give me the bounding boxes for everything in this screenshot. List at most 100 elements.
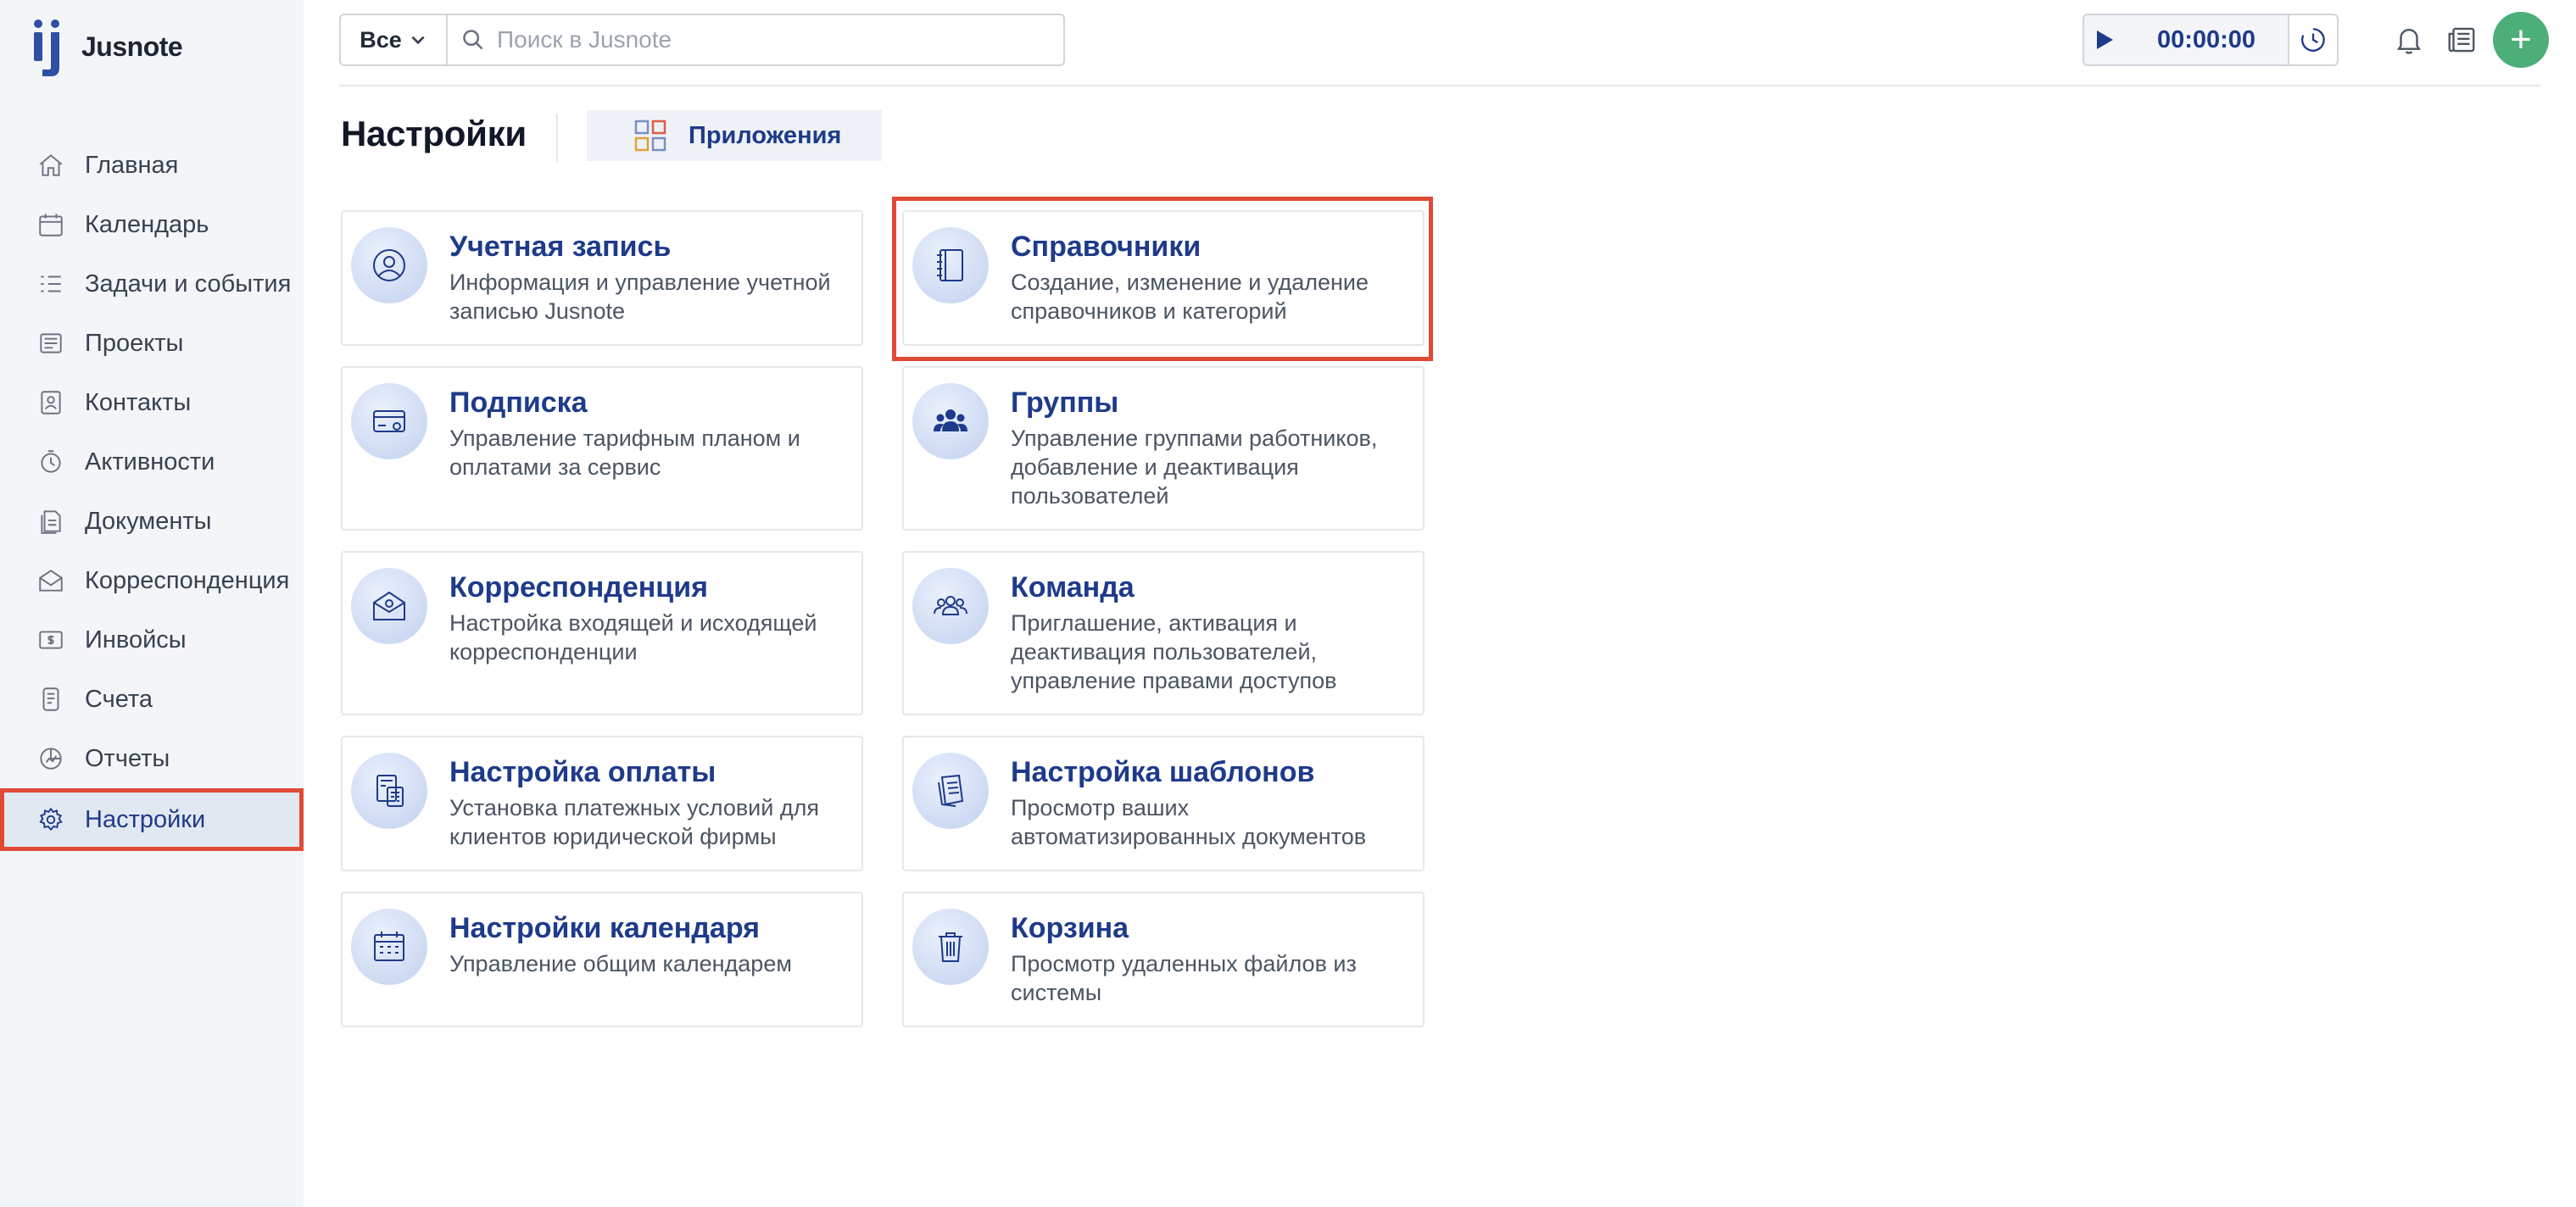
timer: 00:00:00 — [2083, 14, 2339, 66]
subscription-icon — [351, 383, 427, 459]
card-calendar-settings[interactable]: Настройки календаря Управление общим кал… — [341, 892, 863, 1027]
card-description: Установка платежных условий для клиентов… — [449, 795, 819, 849]
card-team[interactable]: Команда Приглашение, активация и деактив… — [902, 551, 1425, 715]
templates-icon — [912, 753, 989, 829]
sidebar-item-home[interactable]: Главная — [0, 136, 304, 195]
card-subscription[interactable]: Подписка Управление тарифным планом и оп… — [341, 366, 863, 531]
calendar-icon — [34, 208, 68, 242]
sidebar-item-projects[interactable]: Проекты — [0, 314, 304, 373]
invoice-icon — [34, 623, 68, 657]
contacts-icon — [34, 386, 68, 420]
tab-apps[interactable]: Приложения — [587, 110, 882, 161]
history-icon — [2300, 28, 2325, 52]
newspaper-icon — [2448, 27, 2475, 53]
card-title: Настройка шаблонов — [1011, 756, 1315, 788]
sidebar-item-label: Инвойсы — [85, 626, 187, 654]
sidebar-item-bills[interactable]: Счета — [0, 670, 304, 729]
sidebar: Jusnote Главная Календарь Задачи и событ… — [0, 0, 304, 1207]
card-groups[interactable]: Группы Управление группами работников, д… — [902, 366, 1425, 531]
timer-value: 00:00:00 — [2156, 25, 2256, 53]
sidebar-nav: Главная Календарь Задачи и события Проек… — [0, 136, 304, 851]
sidebar-item-documents[interactable]: Документы — [0, 492, 304, 551]
card-description: Управление группами работников, добавлен… — [1011, 426, 1378, 509]
card-description: Управление тарифным планом и оплатами за… — [449, 426, 800, 480]
sidebar-item-label: Активности — [85, 448, 215, 476]
sidebar-item-calendar[interactable]: Календарь — [0, 195, 304, 254]
card-description: Просмотр удаленных файлов из системы — [1011, 951, 1357, 1005]
gear-icon — [34, 803, 68, 837]
apps-grid-icon — [634, 120, 666, 152]
news-button[interactable] — [2440, 19, 2483, 61]
logo[interactable]: Jusnote — [32, 15, 183, 78]
team-icon — [912, 568, 989, 644]
directory-icon — [912, 227, 989, 303]
sidebar-item-label: Календарь — [85, 210, 209, 238]
sidebar-item-label: Документы — [85, 507, 212, 535]
card-description: Управление общим календарем — [449, 951, 792, 976]
reports-icon — [34, 742, 68, 776]
documents-icon — [34, 504, 68, 538]
card-title: Подписка — [449, 387, 588, 419]
tab-apps-label: Приложения — [689, 121, 842, 149]
page-title: Настройки — [341, 114, 527, 153]
sidebar-item-reports[interactable]: Отчеты — [0, 729, 304, 788]
payment-icon — [351, 753, 427, 829]
card-title: Команда — [1011, 571, 1135, 604]
title-divider — [556, 114, 558, 163]
card-title: Корзина — [1011, 912, 1129, 944]
card-account[interactable]: Учетная запись Информация и управление у… — [341, 210, 863, 346]
card-title: Учетная запись — [449, 231, 672, 263]
card-description: Приглашение, активация и деактивация пол… — [1011, 610, 1337, 693]
sidebar-item-label: Проекты — [85, 329, 184, 357]
search-icon — [463, 30, 483, 50]
sidebar-item-label: Корреспонденция — [85, 566, 290, 594]
chevron-down-icon — [411, 36, 425, 45]
correspondence-icon — [351, 568, 427, 644]
tasks-icon — [34, 267, 68, 301]
trash-icon — [912, 909, 989, 985]
sidebar-item-contacts[interactable]: Контакты — [0, 373, 304, 432]
sidebar-item-label: Контакты — [85, 388, 192, 416]
search-box — [446, 14, 1065, 66]
timer-history-button[interactable] — [2288, 15, 2337, 64]
card-title: Настройки календаря — [449, 912, 760, 944]
bell-icon — [2396, 28, 2422, 54]
sidebar-item-label: Главная — [85, 151, 179, 179]
sidebar-item-label: Задачи и события — [85, 270, 292, 298]
projects-icon — [34, 326, 68, 360]
card-description: Создание, изменение и удаление справочни… — [1011, 270, 1369, 324]
notifications-button[interactable] — [2388, 19, 2430, 61]
sidebar-item-label: Отчеты — [85, 744, 170, 772]
card-title: Группы — [1011, 387, 1119, 419]
timer-play-button[interactable] — [2084, 15, 2125, 64]
top-bar: Все 00:00:00 + — [339, 0, 2549, 86]
app-name: Jusnote — [81, 31, 183, 62]
card-description: Просмотр ваших автоматизированных докуме… — [1011, 795, 1367, 849]
sidebar-item-activities[interactable]: Активности — [0, 432, 304, 492]
sidebar-item-invoices[interactable]: Инвойсы — [0, 610, 304, 670]
card-payment-settings[interactable]: Настройка оплаты Установка платежных усл… — [341, 736, 863, 871]
account-icon — [351, 227, 427, 303]
card-directories[interactable]: Справочники Создание, изменение и удален… — [902, 210, 1425, 346]
card-title: Настройка оплаты — [449, 756, 716, 788]
card-description: Настройка входящей и исходящей корреспон… — [449, 610, 817, 665]
card-trash[interactable]: Корзина Просмотр удаленных файлов из сис… — [902, 892, 1425, 1027]
card-template-settings[interactable]: Настройка шаблонов Просмотр ваших автома… — [902, 736, 1425, 871]
calendar-settings-icon — [351, 909, 427, 985]
card-description: Информация и управление учетной записью … — [449, 270, 831, 324]
sidebar-item-correspondence[interactable]: Корреспонденция — [0, 551, 304, 610]
sidebar-item-tasks[interactable]: Задачи и события — [0, 254, 304, 314]
search-filter-label: Все — [360, 26, 402, 53]
activity-icon — [34, 445, 68, 479]
home-icon — [34, 148, 68, 182]
mail-icon — [34, 564, 68, 598]
sidebar-item-label: Настройки — [85, 805, 206, 833]
card-correspondence[interactable]: Корреспонденция Настройка входящей и исх… — [341, 551, 863, 715]
jusnote-logo-icon — [32, 15, 68, 78]
sidebar-item-settings[interactable]: Настройки — [0, 788, 304, 851]
search-input[interactable] — [497, 26, 1006, 53]
add-button[interactable]: + — [2493, 12, 2549, 68]
search-filter-dropdown[interactable]: Все — [339, 14, 448, 66]
play-icon — [2097, 31, 2113, 49]
card-title: Справочники — [1011, 231, 1202, 263]
